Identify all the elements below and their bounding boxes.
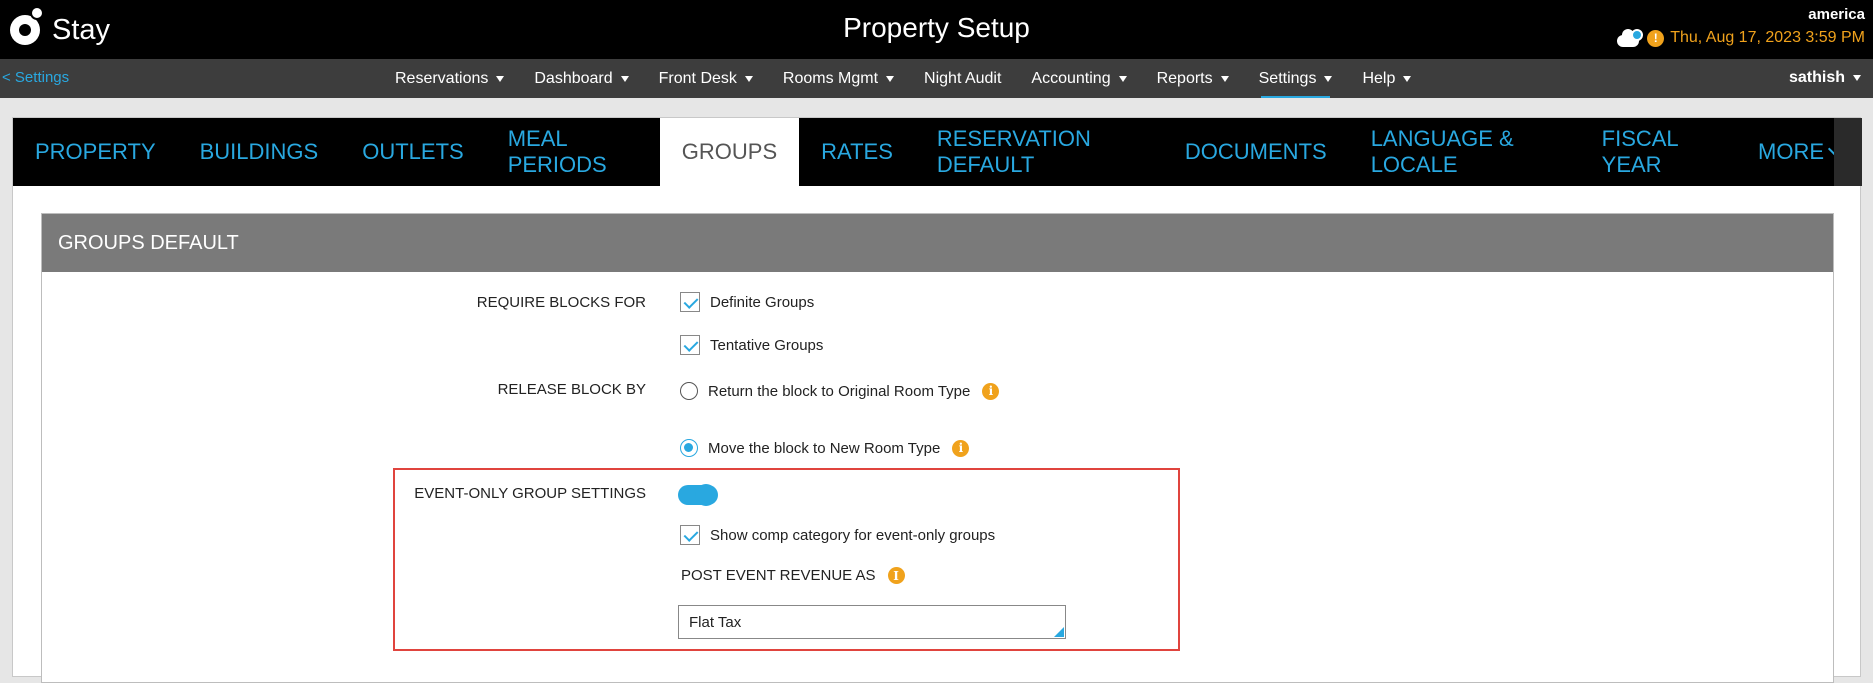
tab-buildings[interactable]: BUILDINGS (178, 118, 341, 186)
region-label: america (1808, 6, 1865, 23)
nav-reports[interactable]: Reports (1157, 59, 1229, 98)
event-only-label: EVENT-ONLY GROUP SETTINGS (414, 485, 646, 502)
caret-down-icon (744, 75, 753, 82)
tab-meal-periods[interactable]: MEAL PERIODS (486, 118, 660, 186)
nav-label: Accounting (1031, 69, 1111, 87)
return-block-option[interactable]: Return the block to Original Room Type i (680, 382, 1000, 400)
nav-dashboard[interactable]: Dashboard (534, 59, 629, 98)
user-menu[interactable]: sathish (1789, 69, 1861, 87)
caret-down-icon (1220, 75, 1229, 82)
weather-icon[interactable] (1617, 29, 1645, 47)
nav-reservations[interactable]: Reservations (395, 59, 505, 98)
back-to-settings-link[interactable]: < Settings (2, 69, 69, 86)
nav-help[interactable]: Help (1362, 59, 1412, 98)
tentative-groups-checkbox[interactable] (680, 335, 700, 355)
tab-documents[interactable]: DOCUMENTS (1163, 118, 1349, 186)
nav-front-desk[interactable]: Front Desk (659, 59, 753, 98)
tab-language-locale[interactable]: LANGUAGE & LOCALE (1349, 118, 1580, 186)
post-event-revenue-select[interactable]: Flat Tax (678, 605, 1066, 639)
move-block-text: Move the block to New Room Type (708, 439, 941, 457)
caret-down-icon (620, 75, 629, 82)
caret-down-icon (886, 75, 895, 82)
show-comp-text: Show comp category for event-only groups (710, 526, 996, 544)
post-event-revenue-label: POST EVENT REVENUE AS (681, 567, 876, 584)
caret-down-icon (1403, 75, 1412, 82)
nav-menu: Reservations Dashboard Front Desk Rooms … (395, 59, 1441, 98)
return-block-radio[interactable] (680, 382, 698, 400)
caret-down-icon (1118, 75, 1127, 82)
event-only-toggle[interactable] (678, 484, 718, 506)
tentative-groups-option[interactable]: Tentative Groups (680, 335, 823, 355)
tab-outlets[interactable]: OUTLETS (340, 118, 485, 186)
panel-title: GROUPS DEFAULT (42, 214, 1833, 272)
nav-label: Reports (1156, 69, 1213, 87)
nav-rooms-mgmt[interactable]: Rooms Mgmt (782, 59, 895, 98)
nav-label: Settings (1258, 69, 1317, 87)
nav-label: Reservations (395, 69, 489, 87)
nav-night-audit[interactable]: Night Audit (924, 59, 1001, 98)
header-status: america ! Thu, Aug 17, 2023 3:59 PM (1617, 6, 1865, 47)
datetime-display: Thu, Aug 17, 2023 3:59 PM (1670, 29, 1865, 46)
tab-rates[interactable]: RATES (799, 118, 915, 186)
info-icon[interactable]: i (887, 567, 905, 584)
nav-label: Help (1362, 69, 1396, 87)
tabs-scroll-edge (1834, 118, 1862, 186)
release-block-label: RELEASE BLOCK BY (497, 381, 646, 398)
tab-fiscal-year[interactable]: FISCAL YEAR (1580, 118, 1736, 186)
tab-property[interactable]: PROPERTY (13, 118, 178, 186)
tab-more-label: MORE (1758, 139, 1825, 164)
move-block-radio[interactable] (680, 439, 698, 457)
tab-reservation-default[interactable]: RESERVATION DEFAULT (915, 118, 1163, 186)
info-icon[interactable]: i (952, 439, 970, 457)
tentative-groups-text: Tentative Groups (710, 336, 824, 354)
post-event-revenue-row: POST EVENT REVENUE AS i (681, 567, 905, 584)
info-icon[interactable]: i (982, 382, 1000, 400)
page-title: Property Setup (843, 12, 1030, 43)
tab-groups[interactable]: GROUPS (659, 118, 800, 186)
show-comp-checkbox[interactable] (680, 525, 700, 545)
nav-label: Dashboard (534, 69, 613, 87)
show-comp-option[interactable]: Show comp category for event-only groups (680, 525, 995, 545)
return-block-text: Return the block to Original Room Type (708, 382, 971, 400)
user-name: sathish (1788, 69, 1845, 86)
post-event-revenue-value: Flat Tax (689, 614, 742, 631)
nav-label: Front Desk (658, 69, 737, 87)
definite-groups-checkbox[interactable] (680, 292, 700, 312)
datetime-row: ! Thu, Aug 17, 2023 3:59 PM (1617, 29, 1865, 47)
nav-label: Rooms Mgmt (782, 69, 879, 87)
require-blocks-label: REQUIRE BLOCKS FOR (476, 294, 646, 311)
main-nav: < Settings Reservations Dashboard Front … (0, 59, 1873, 98)
nav-accounting[interactable]: Accounting (1031, 59, 1127, 98)
nav-settings[interactable]: Settings (1259, 59, 1333, 98)
definite-groups-text: Definite Groups (710, 293, 815, 311)
caret-down-icon (496, 75, 505, 82)
alert-icon[interactable]: ! (1647, 29, 1665, 47)
nav-label: Night Audit (924, 69, 1002, 87)
move-block-option[interactable]: Move the block to New Room Type i (680, 439, 970, 457)
setup-tabs: PROPERTY BUILDINGS OUTLETS MEAL PERIODS … (13, 118, 1862, 186)
caret-down-icon (1853, 75, 1861, 81)
top-header: Stay Property Setup america ! Thu, Aug 1… (0, 0, 1873, 59)
definite-groups-option[interactable]: Definite Groups (680, 292, 814, 312)
caret-down-icon (1324, 75, 1333, 82)
